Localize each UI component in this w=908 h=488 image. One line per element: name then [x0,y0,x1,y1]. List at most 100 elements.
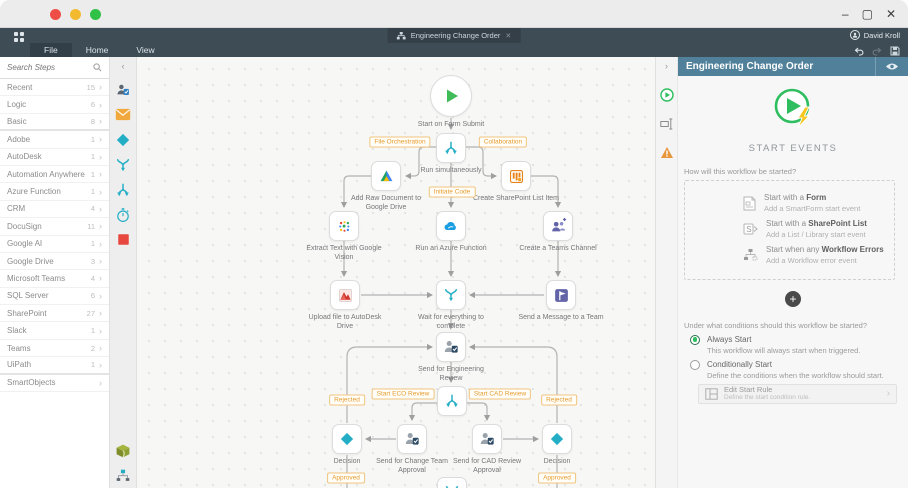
option-start-with-sharepoint-list[interactable]: S Start with a SharePoint List Add a Lis… [743,219,894,240]
path-label-start-cad-review: Start CAD Review [469,389,531,400]
maximize-button[interactable]: ▢ [862,8,873,20]
sidebar-item-google-ai[interactable]: Google AI1› [0,236,109,253]
start-events-tab[interactable] [658,86,675,103]
envelope-icon[interactable] [114,106,132,124]
option-start-on-workflow-errors[interactable]: Start when any Workflow Errors Add a Wor… [743,245,894,266]
sidebar-item-slack[interactable]: Slack1› [0,322,109,339]
menu-home[interactable]: Home [72,43,123,57]
radio-always-start[interactable]: Always Start [690,335,908,345]
svg-text:S: S [746,225,751,234]
sidebar-item-sharepoint[interactable]: SharePoint27› [0,305,109,322]
sidebar-item-count: 8 [91,117,95,126]
node-create-sharepoint-list-item[interactable] [501,161,531,191]
sidebar-item-label: Teams [7,344,91,353]
rename-tab[interactable] [658,115,675,132]
collapse-left-icon[interactable]: ‹ [122,61,125,71]
start-play-icon [441,86,461,106]
sidebar-item-uipath[interactable]: UiPath1› [0,357,109,374]
sidebar-item-basic[interactable]: Basic8› [0,114,109,131]
node-run-azure-function[interactable] [436,211,466,241]
traffic-close-dot[interactable] [50,9,61,20]
timer-icon[interactable] [114,206,132,224]
document-tab[interactable]: Engineering Change Order ✕ [388,28,521,43]
rule-table-icon [705,388,718,400]
sidebar-item-azure-function[interactable]: Azure Function1› [0,183,109,200]
decision-diamond-icon[interactable] [114,131,132,149]
option-start-with-form[interactable]: Start with a Form Add a SmartForm start … [743,193,894,214]
workflow-canvas[interactable]: Start on Form SubmitRun simultaneouslyAd… [137,57,655,488]
sidebar-item-smartobjects[interactable]: SmartObjects› [0,375,109,392]
cube-icon[interactable] [114,442,132,460]
merge-icon [443,483,461,488]
node-upload-autodesk-drive[interactable] [330,280,360,310]
node-merge-bottom[interactable] [437,477,467,488]
sidebar-item-adobe[interactable]: Adobe1› [0,131,109,148]
add-start-event-button[interactable]: + [785,291,801,307]
errors-tab[interactable] [658,144,675,161]
save-icon[interactable] [890,46,900,56]
sidebar-item-recent[interactable]: Recent15› [0,79,109,96]
chevron-right-icon: › [99,239,102,249]
sidebar-item-autodesk[interactable]: AutoDesk1› [0,149,109,166]
node-start-on-form-submit[interactable] [430,75,472,117]
sidebar-item-crm[interactable]: CRM4› [0,201,109,218]
red-square-icon[interactable] [114,231,132,249]
sidebar-item-label: Microsoft Teams [7,274,91,283]
panel-title: Engineering Change Order [678,61,875,72]
sidebar-item-count: 1 [91,326,95,335]
edit-start-rule-button[interactable]: Edit Start Rule Define the start conditi… [698,384,897,404]
traffic-zoom-dot[interactable] [90,9,101,20]
node-send-change-team-approval[interactable] [397,424,427,454]
sidebar-item-docusign[interactable]: DocuSign11› [0,218,109,235]
menu-view[interactable]: View [122,43,168,57]
search-input[interactable] [7,63,93,72]
close-button[interactable]: ✕ [886,8,896,20]
split-icon[interactable] [114,181,132,199]
node-add-raw-document-google-drive[interactable] [371,161,401,191]
start-options-box: Start with a Form Add a SmartForm start … [684,180,895,280]
node-split-reviews[interactable] [437,386,467,416]
sitemap-icon[interactable] [114,467,132,485]
node-decision-right[interactable] [542,424,572,454]
conditionally-start-description: Define the conditions when the workflow … [707,371,908,380]
node-send-message-team[interactable] [546,280,576,310]
sidebar-item-microsoft-teams[interactable]: Microsoft Teams4› [0,270,109,287]
radio-conditionally-start[interactable]: Conditionally Start [690,360,908,370]
sidebar-item-google-drive[interactable]: Google Drive3› [0,253,109,270]
app-grid-icon[interactable] [14,32,24,42]
sidebar-item-count: 11 [87,222,95,231]
node-extract-text-google-vision[interactable] [329,211,359,241]
tab-close-icon[interactable]: ✕ [505,32,511,40]
user-menu[interactable]: David Kroll [850,30,900,40]
menu-file[interactable]: File [30,43,72,57]
node-send-cad-review-approval[interactable] [472,424,502,454]
sidebar-item-logic[interactable]: Logic6› [0,96,109,113]
node-decision-left[interactable] [332,424,362,454]
merge-icon[interactable] [114,156,132,174]
radio-selected-icon [690,335,700,345]
sidebar-item-teams[interactable]: Teams2› [0,340,109,357]
minimize-button[interactable]: – [842,8,849,20]
sharepoint-icon: S [743,222,758,236]
teams-people-icon [549,217,567,235]
node-create-teams-channel[interactable] [543,211,573,241]
path-label-rejected: Rejected [541,395,577,406]
chevron-right-icon: › [99,291,102,301]
view-toggle[interactable] [875,57,908,76]
app-window: – ▢ ✕ FileHomeView Engineering Change Or… [0,0,908,488]
search-box[interactable] [0,57,109,79]
sidebar-item-automation-anywhere[interactable]: Automation Anywhere1› [0,166,109,183]
ribbon: FileHomeView Engineering Change Order ✕ … [0,28,908,57]
chevron-right-icon: › [99,378,102,388]
undo-icon[interactable] [854,47,864,56]
user-task-icon[interactable] [114,81,132,99]
sidebar-item-sql-server[interactable]: SQL Server6› [0,288,109,305]
always-start-description: This workflow will always start when tri… [707,346,908,355]
traffic-minimize-dot[interactable] [70,9,81,20]
collapse-right-icon[interactable]: › [665,61,668,71]
node-run-simultaneously[interactable] [436,133,466,163]
node-send-engineering-review[interactable] [436,332,466,362]
chevron-right-icon: › [99,308,102,318]
node-wait-for-everything[interactable] [436,280,466,310]
redo-icon[interactable] [872,47,882,56]
